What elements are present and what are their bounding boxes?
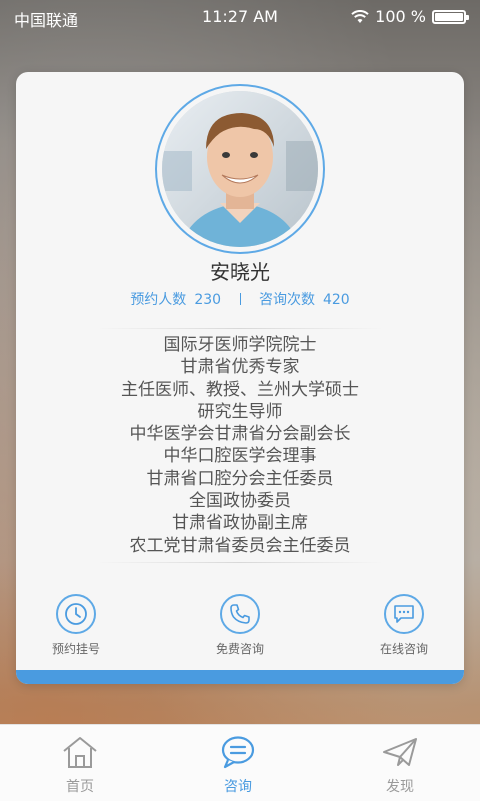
divider-bottom	[96, 562, 384, 563]
title-line: 甘肃省优秀专家	[180, 357, 300, 378]
avatar-frame	[155, 84, 325, 254]
phone-icon	[230, 604, 250, 624]
online-consult-label: 在线咨询	[379, 642, 428, 656]
book-appointment-label: 预约挂号	[51, 642, 100, 656]
doctor-titles: 国际牙医师学院院士 甘肃省优秀专家 主任医师、教授、兰州大学硕士 研究生导师 中…	[16, 334, 464, 557]
chat-icon	[394, 605, 414, 623]
consults-count: 420	[322, 292, 350, 308]
title-line: 农工党甘肃省委员会主任委员	[129, 535, 351, 556]
free-consult-label: 免费咨询	[215, 642, 264, 656]
bottom-tab-bar: 首页 咨询 发现	[0, 724, 480, 801]
consults-label: 咨询次数	[258, 292, 315, 308]
title-line: 研究生导师	[197, 401, 283, 422]
title-line: 全国政协委员	[189, 491, 291, 512]
wifi-icon	[351, 9, 369, 23]
tab-discover[interactable]: 发现	[350, 735, 450, 796]
clock-icon	[65, 603, 87, 625]
divider-top	[96, 328, 384, 329]
avatar	[162, 91, 318, 247]
message-icon	[221, 736, 255, 769]
home-icon	[63, 737, 97, 768]
doctor-name: 安晓光	[210, 260, 270, 284]
tab-consult[interactable]: 咨询	[188, 735, 288, 796]
status-right: 100 %	[351, 7, 469, 26]
card-bottom-bar	[16, 670, 464, 684]
tab-discover-label: 发现	[386, 779, 414, 795]
tab-home[interactable]: 首页	[30, 735, 130, 796]
free-consult-button[interactable]: 免费咨询	[185, 594, 295, 657]
status-bar: 中国联通 11:27 AM 100 %	[0, 0, 480, 32]
appointments-label: 预约人数	[130, 292, 187, 308]
tab-consult-label: 咨询	[224, 779, 252, 795]
tab-home-label: 首页	[66, 779, 94, 795]
battery-percent: 100 %	[375, 7, 426, 26]
stats-separator	[239, 293, 241, 305]
title-line: 甘肃省口腔分会主任委员	[146, 468, 334, 489]
send-icon	[383, 738, 417, 766]
title-line: 主任医师、教授、兰州大学硕士	[121, 379, 359, 400]
title-line: 中华医学会甘肃省分会副会长	[129, 424, 351, 445]
online-consult-button[interactable]: 在线咨询	[349, 594, 459, 657]
title-line: 甘肃省政协副主席	[172, 513, 308, 534]
title-line: 国际牙医师学院院士	[163, 335, 317, 355]
doctor-profile-card: 安晓光 预约人数 230 咨询次数 420 国际牙医师学院院士 甘肃省优秀专家 主任…	[16, 72, 464, 684]
title-line: 中华口腔医学会理事	[163, 446, 317, 467]
doctor-photo	[162, 91, 318, 247]
appointments-count: 230	[194, 292, 222, 308]
doctor-stats: 预约人数 230 咨询次数 420	[16, 289, 464, 309]
battery-icon	[432, 9, 469, 24]
book-appointment-button[interactable]: 预约挂号	[21, 594, 131, 657]
